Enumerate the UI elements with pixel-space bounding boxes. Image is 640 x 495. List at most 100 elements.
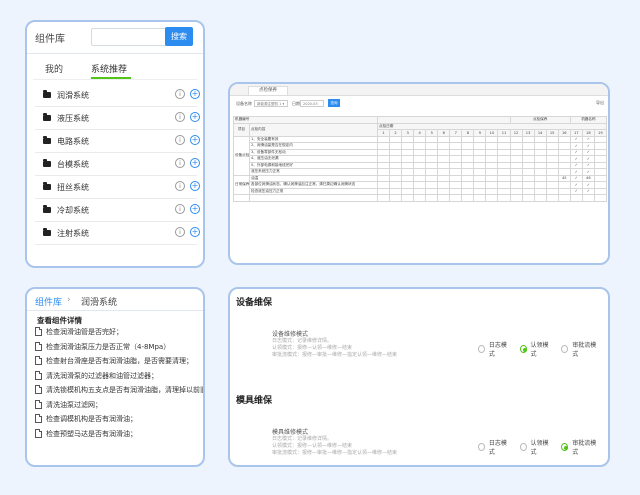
info-icon[interactable]: i bbox=[175, 204, 185, 214]
list-item[interactable]: 液压系统 i + bbox=[35, 107, 200, 130]
radio-icon[interactable] bbox=[519, 443, 527, 451]
list-item[interactable]: 台模系统 i + bbox=[35, 153, 200, 176]
list-item: 检查润滑油泵压力是否正常（4-8Mpa） bbox=[33, 340, 203, 355]
folder-icon bbox=[43, 205, 51, 213]
radio-icon[interactable] bbox=[519, 345, 527, 353]
info-icon[interactable]: i bbox=[175, 158, 185, 168]
mode-title: 设备维修模式 bbox=[272, 331, 309, 338]
list-item[interactable]: 扭丝系统 i + bbox=[35, 176, 200, 199]
mode-radio[interactable]: 认领模式 bbox=[519, 438, 551, 456]
inspection-table: 机器编号 点检保养 机器名称 项目 点检内容 点检日期 1 2 3 4 5 6 7 8 9 10 11 12 13 1… bbox=[233, 116, 608, 202]
tab-mine[interactable]: 我的 bbox=[45, 62, 63, 75]
info-icon[interactable]: i bbox=[175, 112, 185, 122]
export-button[interactable]: 导出 bbox=[596, 100, 604, 106]
list-item: 清洗润滑泵的过滤器和油管过滤器； bbox=[33, 369, 203, 384]
radio-label: 日志模式 bbox=[488, 342, 507, 358]
add-icon[interactable]: + bbox=[190, 112, 200, 122]
radio-icon[interactable] bbox=[478, 345, 485, 353]
add-icon[interactable]: + bbox=[190, 158, 200, 168]
radio-label: 审批流模式 bbox=[572, 440, 597, 456]
mode-radio[interactable]: 日志模式 bbox=[478, 438, 509, 456]
date-input[interactable]: 2020-03 bbox=[300, 100, 324, 107]
list-item: 清洗油泵过滤网； bbox=[33, 398, 203, 413]
mode-desc-line: 认领模式：报修—认领—维修—结束 bbox=[272, 443, 353, 449]
list-item: 检查润滑油管是否完好； bbox=[33, 325, 203, 340]
mode-radio[interactable]: 审批流模式 bbox=[561, 438, 597, 456]
date-label: 日期 bbox=[292, 101, 300, 106]
library-title: 组件库 bbox=[35, 34, 65, 45]
component-detail-panel: 组件库 › 润滑系统 查看组件详情 检查润滑油管是否完好； 检查润滑油泵压力是否正… bbox=[25, 287, 205, 467]
info-icon[interactable]: i bbox=[175, 181, 185, 191]
list-item[interactable]: 润滑系统 i + bbox=[35, 84, 200, 107]
category-cell: 日常保养 bbox=[233, 174, 250, 195]
add-icon[interactable]: + bbox=[190, 204, 200, 214]
list-item[interactable]: 电路系统 i + bbox=[35, 130, 200, 153]
breadcrumb-current: 润滑系统 bbox=[81, 298, 118, 308]
mode-desc-line: 认领模式：报修—认领—维修—结束 bbox=[272, 345, 353, 351]
list-item-label: 注射系统 bbox=[57, 229, 89, 238]
radio-label: 日志模式 bbox=[488, 440, 507, 456]
filter-bar: 设备名称 新能源注塑机 1 ▾ 日期 2020-03 查询 导出 bbox=[230, 96, 608, 112]
add-icon[interactable]: + bbox=[190, 227, 200, 237]
folder-icon bbox=[43, 113, 51, 121]
list-item-label: 冷却系统 bbox=[57, 206, 89, 215]
list-item-label: 液压系统 bbox=[57, 114, 89, 123]
list-item-label: 电路系统 bbox=[57, 137, 89, 146]
table-tabbar: 点检保养 bbox=[230, 84, 608, 96]
document-icon bbox=[35, 428, 42, 438]
mode-radio-group: 日志模式 认领模式 审批流模式 bbox=[478, 340, 608, 358]
mode-radio-group: 日志模式 认领模式 审批流模式 bbox=[478, 438, 608, 456]
radio-icon[interactable] bbox=[561, 345, 569, 353]
radio-label: 认领模式 bbox=[530, 342, 549, 358]
system-list: 润滑系统 i + 液压系统 i + 电路系统 i + 台模系统 i + 扭丝系统 i + 冷却系统 i + 注射系统… bbox=[35, 84, 200, 245]
add-icon[interactable]: + bbox=[190, 89, 200, 99]
detail-item-text: 检查射台滑座是否有润滑油脂，是否需要清理； bbox=[46, 357, 193, 365]
document-icon bbox=[35, 327, 42, 336]
document-icon bbox=[35, 370, 42, 380]
mode-desc-line: 审批流模式：报修—审批—维修—指定认领—维修—结束 bbox=[272, 352, 398, 358]
info-icon[interactable]: i bbox=[175, 89, 185, 99]
list-item-label: 扭丝系统 bbox=[57, 183, 89, 192]
list-item: 检查预塑马达是否有润滑油； bbox=[33, 427, 203, 442]
mode-desc-line: 日志模式：记录维修详情。 bbox=[272, 338, 333, 344]
radio-icon[interactable] bbox=[478, 443, 485, 451]
list-item[interactable]: 冷却系统 i + bbox=[35, 199, 200, 222]
query-button[interactable]: 查询 bbox=[328, 99, 340, 107]
section-title: 设备维保 bbox=[236, 298, 273, 308]
add-icon[interactable]: + bbox=[190, 181, 200, 191]
list-item-label: 台模系统 bbox=[57, 160, 89, 169]
active-tab-indicator bbox=[91, 77, 131, 79]
search-button[interactable]: 搜索 bbox=[165, 27, 193, 46]
folder-icon bbox=[43, 228, 51, 236]
tab-system-recommended[interactable]: 系统推荐 bbox=[91, 62, 127, 75]
mode-description: 设备维修模式 日志模式：记录维修详情。 认领模式：报修—认领—维修—结束 审批流模式：… bbox=[272, 329, 397, 359]
table-row bbox=[233, 194, 608, 202]
library-tabs: 我的 系统推荐 bbox=[33, 54, 197, 80]
mode-desc-line: 日志模式：记录维修详情。 bbox=[272, 436, 333, 442]
radio-label: 审批流模式 bbox=[572, 342, 597, 358]
device-label: 设备名称 bbox=[236, 101, 252, 106]
mode-radio[interactable]: 审批流模式 bbox=[561, 340, 597, 358]
component-library-panel: 组件库 搜索 我的 系统推荐 润滑系统 i + 液压系统 i + 电路系统 i + 台模系统 i + 扭… bbox=[25, 20, 205, 268]
info-icon[interactable]: i bbox=[175, 227, 185, 237]
device-select[interactable]: 新能源注塑机 1 ▾ bbox=[254, 100, 288, 107]
category-cell: 设备点检 bbox=[233, 135, 250, 176]
breadcrumb-root[interactable]: 组件库 bbox=[35, 295, 62, 308]
info-icon[interactable]: i bbox=[175, 135, 185, 145]
detail-item-text: 清洗锁模机构五支点是否有润滑油脂，清理掉以前旧 bbox=[46, 386, 205, 394]
detail-item-text: 检查调模机构是否有润滑油； bbox=[46, 415, 137, 423]
list-item[interactable]: 注射系统 i + bbox=[35, 222, 200, 245]
detail-item-text: 检查润滑油泵压力是否正常（4-8Mpa） bbox=[46, 342, 171, 351]
document-icon bbox=[35, 385, 42, 394]
folder-icon bbox=[43, 182, 51, 190]
folder-icon bbox=[43, 159, 51, 167]
radio-label: 认领模式 bbox=[530, 440, 549, 456]
tab-inspection[interactable]: 点检保养 bbox=[248, 86, 288, 95]
inspection-table-panel: 点检保养 设备名称 新能源注塑机 1 ▾ 日期 2020-03 查询 导出 机器… bbox=[228, 82, 610, 265]
radio-icon[interactable] bbox=[561, 443, 569, 451]
add-icon[interactable]: + bbox=[190, 135, 200, 145]
mode-radio[interactable]: 认领模式 bbox=[519, 340, 551, 358]
breadcrumb: 组件库 › 润滑系统 bbox=[27, 289, 203, 311]
mode-radio[interactable]: 日志模式 bbox=[478, 340, 509, 358]
chevron-right-icon: › bbox=[67, 295, 71, 305]
